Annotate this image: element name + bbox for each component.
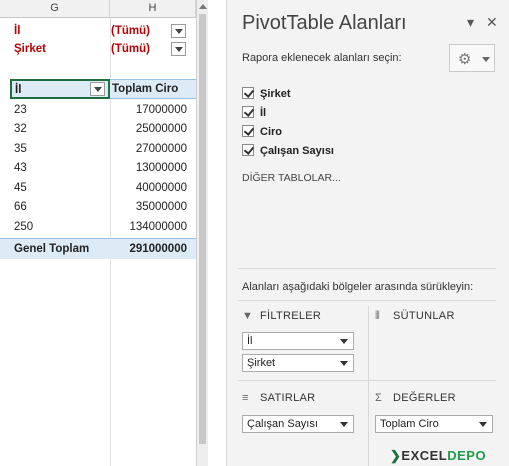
filter-dropdown-sirket[interactable]	[171, 42, 186, 56]
checkbox-checked[interactable]	[242, 87, 254, 99]
row-ciro[interactable]: 17000000	[110, 101, 187, 120]
row-ciro[interactable]: 27000000	[110, 140, 187, 159]
row-il[interactable]: 23	[14, 101, 27, 120]
drag-fields-label: Alanları aşağıdaki bölgeler arasında sür…	[242, 281, 474, 293]
logo-text-excel: EXCEL	[401, 448, 448, 463]
columns-title: SÜTUNLAR	[393, 310, 455, 322]
row-il[interactable]: 250	[14, 218, 33, 237]
field-list: Şirket İl Ciro Çalışan Sayısı DİĞER TABL…	[238, 82, 496, 264]
checkbox-checked[interactable]	[242, 144, 254, 156]
filter-field-sirket[interactable]: Şirket	[242, 354, 354, 372]
scroll-up-arrow-icon[interactable]	[199, 4, 207, 9]
row-ciro[interactable]: 25000000	[110, 120, 187, 139]
divider	[238, 268, 496, 269]
row-ciro[interactable]: 40000000	[110, 179, 187, 198]
field-label: İl	[260, 107, 267, 119]
close-icon[interactable]: ✕	[486, 14, 498, 31]
pane-title: PivotTable Alanları	[242, 12, 407, 34]
chevron-down-icon	[482, 57, 490, 62]
logo-text-depo: DEPO	[447, 448, 487, 463]
rows-title: SATIRLAR	[260, 392, 316, 404]
divider	[368, 306, 369, 466]
row-il[interactable]: 66	[14, 198, 27, 217]
field-item-calisan-sayisi[interactable]: Çalışan Sayısı	[242, 142, 334, 160]
rows-area[interactable]: ≡ SATIRLAR Çalışan Sayısı	[238, 390, 366, 456]
field-item-sirket[interactable]: Şirket	[242, 85, 291, 103]
sigma-icon: Σ	[375, 392, 383, 404]
columns-area-title: ⦀ SÜTUNLAR	[375, 310, 455, 323]
field-label: Çalışan Sayısı	[260, 145, 334, 157]
tools-button[interactable]: ⚙	[449, 44, 495, 72]
other-tables-link[interactable]: DİĞER TABLOLAR...	[242, 172, 341, 184]
columns-icon: ⦀	[375, 310, 381, 322]
row-il[interactable]: 43	[14, 159, 27, 178]
scroll-thumb[interactable]	[199, 14, 206, 444]
row-il[interactable]: 35	[14, 140, 27, 159]
values-title: DEĞERLER	[393, 392, 456, 404]
filter-label-il: İl	[14, 25, 21, 37]
row-ciro[interactable]: 134000000	[110, 218, 187, 237]
rows-icon: ≡	[242, 392, 249, 404]
pivot-row-label: İl	[15, 84, 22, 96]
value-field-toplam-ciro[interactable]: Toplam Ciro	[375, 415, 493, 433]
filter-field-il[interactable]: İl	[242, 332, 354, 350]
pane-options-dropdown-icon[interactable]: ▾	[467, 14, 474, 31]
logo-chevron-icon: ❯	[390, 448, 402, 463]
row-field-calisan-sayisi[interactable]: Çalışan Sayısı	[242, 415, 354, 433]
divider	[238, 300, 496, 301]
vertical-scrollbar[interactable]	[196, 0, 208, 466]
filters-title: FİLTRELER	[260, 310, 322, 322]
rows-area-title: ≡ SATIRLAR	[242, 392, 315, 404]
filter-label-sirket: Şirket	[14, 43, 46, 55]
column-header-h[interactable]: H	[110, 0, 196, 18]
column-header-g[interactable]: G	[0, 0, 110, 18]
field-label: Şirket	[260, 88, 291, 100]
filter-value-sirket: (Tümü)	[111, 43, 150, 55]
pivot-value-header[interactable]: Toplam Ciro	[110, 79, 196, 99]
filter-dropdown-il[interactable]	[171, 24, 186, 38]
checkbox-checked[interactable]	[242, 125, 254, 137]
row-ciro[interactable]: 13000000	[110, 159, 187, 178]
grand-total-row[interactable]: Genel Toplam 291000000	[0, 238, 196, 259]
checkbox-checked[interactable]	[242, 106, 254, 118]
values-area-title: Σ DEĞERLER	[375, 392, 456, 404]
grand-total-value: 291000000	[129, 243, 187, 255]
columns-area[interactable]: ⦀ SÜTUNLAR	[371, 308, 499, 374]
field-item-il[interactable]: İl	[242, 104, 266, 122]
gear-icon: ⚙	[458, 51, 472, 68]
row-il[interactable]: 32	[14, 120, 27, 139]
spreadsheet: G H İl (Tümü) Şirket (Tümü) İl Toplam Ci…	[0, 0, 196, 466]
pivottable-fields-pane: PivotTable Alanları ▾ ✕ Rapora eklenecek…	[226, 0, 509, 466]
field-label: Ciro	[260, 126, 282, 138]
excel-depo-logo: ❯EXCELDEPO	[390, 448, 486, 464]
funnel-icon: ▼	[242, 310, 254, 322]
field-item-ciro[interactable]: Ciro	[242, 123, 282, 141]
filter-value-il: (Tümü)	[111, 25, 150, 37]
values-area[interactable]: Σ DEĞERLER Toplam Ciro	[371, 390, 499, 456]
divider	[238, 380, 496, 381]
row-ciro[interactable]: 35000000	[110, 198, 187, 217]
row-label-filter-button[interactable]	[90, 82, 105, 96]
row-il[interactable]: 45	[14, 179, 27, 198]
filters-area-title: ▼ FİLTRELER	[242, 310, 321, 322]
filters-area[interactable]: ▼ FİLTRELER İl Şirket	[238, 308, 366, 374]
grand-total-label: Genel Toplam	[14, 243, 90, 255]
choose-fields-label: Rapora eklenecek alanları seçin:	[242, 52, 402, 64]
